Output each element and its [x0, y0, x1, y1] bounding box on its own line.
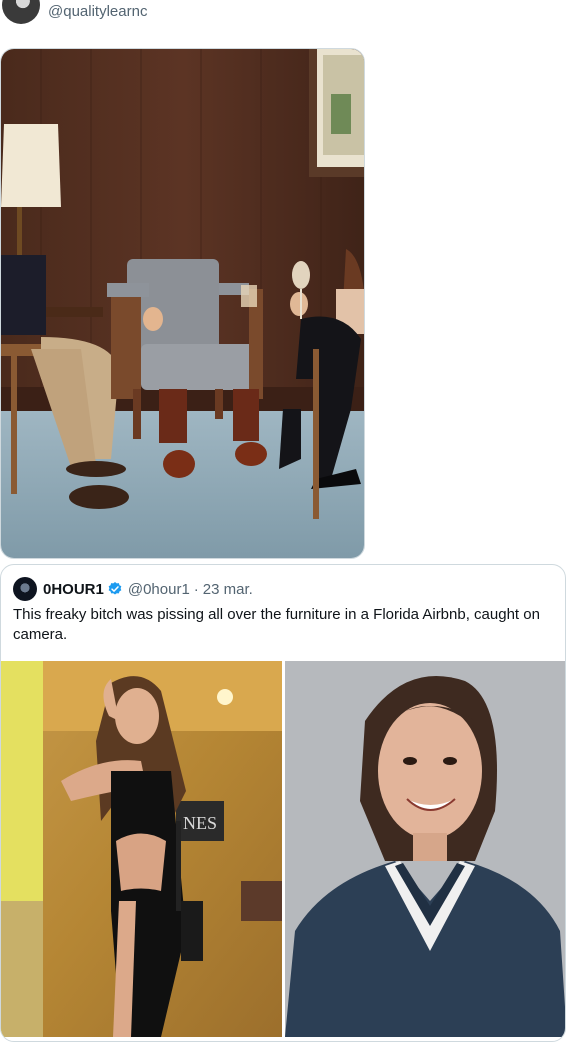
quoted-date[interactable]: 23 mar. — [203, 581, 253, 598]
sign-text: NES — [183, 813, 217, 833]
quoted-tweet-text: This freaky bitch was pissing all over t… — [13, 606, 540, 643]
author-handle[interactable]: @qualitylearnc — [48, 3, 147, 20]
quoted-media-left[interactable]: NES — [1, 661, 282, 1037]
verified-badge-icon — [108, 582, 122, 595]
quoted-avatar[interactable] — [13, 577, 37, 601]
quoted-tweet[interactable]: 0HOUR1 @0hour1 · 23 mar. This freaky bit… — [0, 564, 566, 1042]
separator-dot: · — [193, 580, 199, 598]
quoted-author-handle[interactable]: @0hour1 — [128, 581, 190, 598]
quoted-tweet-header: 0HOUR1 @0hour1 · 23 mar. — [13, 577, 253, 601]
photo-woman-mugshot — [285, 661, 565, 1037]
tweet-media-image[interactable] — [0, 48, 365, 559]
tweet-header: @qualitylearnc — [0, 0, 566, 28]
quoted-media-right[interactable] — [285, 661, 565, 1037]
photo-three-people-chairs — [1, 49, 364, 558]
avatar[interactable] — [2, 0, 40, 24]
photo-woman-black-dress: NES — [1, 661, 282, 1037]
quoted-author-name[interactable]: 0HOUR1 — [43, 581, 104, 598]
